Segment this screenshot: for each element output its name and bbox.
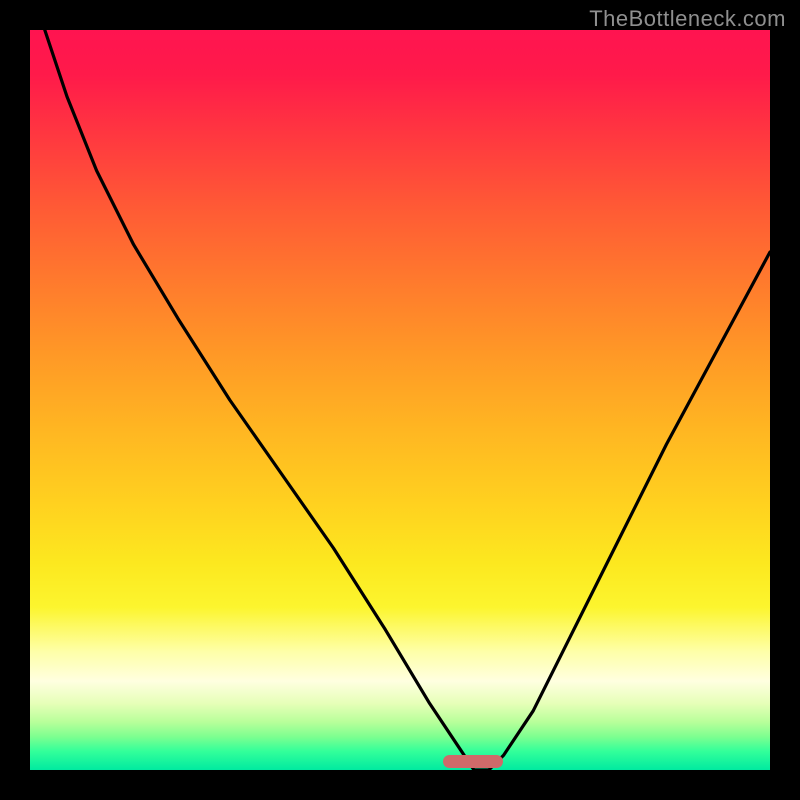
minimum-marker xyxy=(443,755,503,768)
bottleneck-curve xyxy=(30,30,770,770)
watermark-text: TheBottleneck.com xyxy=(589,6,786,32)
plot-area xyxy=(30,30,770,770)
chart-frame: TheBottleneck.com xyxy=(0,0,800,800)
